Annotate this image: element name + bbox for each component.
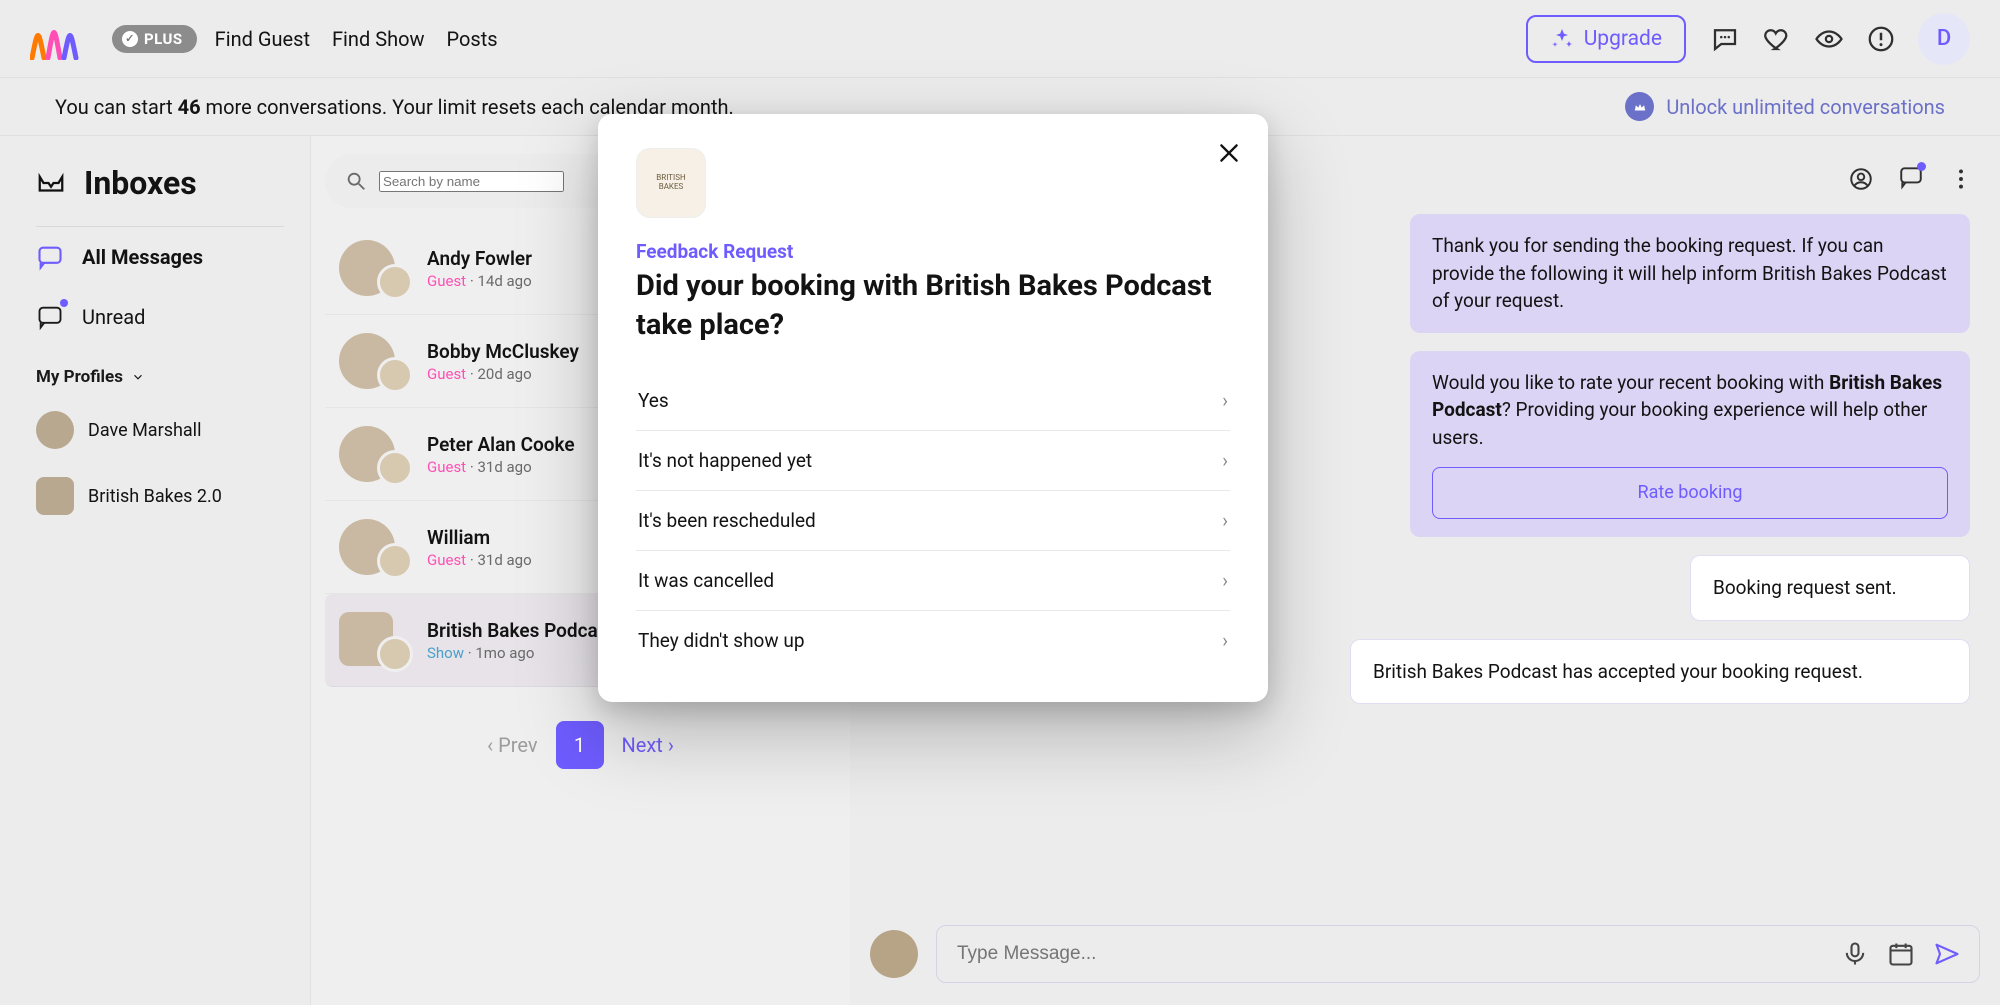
profile-name: British Bakes 2.0 <box>88 486 222 507</box>
message-bubble: Booking request sent. <box>1690 555 1970 621</box>
nav-find-show[interactable]: Find Show <box>332 27 425 51</box>
conv-time: 14d ago <box>477 272 531 290</box>
nav-find-guest[interactable]: Find Guest <box>215 27 310 51</box>
sidebar-unread-label: Unread <box>82 305 145 329</box>
conv-role: Guest <box>427 458 466 476</box>
plus-badge[interactable]: ✓ PLUS <box>112 25 197 53</box>
rate-booking-button[interactable]: Rate booking <box>1432 467 1948 519</box>
avatar-stack <box>339 426 409 482</box>
chevron-right-icon: › <box>1222 449 1228 472</box>
option-not-happened[interactable]: It's not happened yet› <box>636 431 1230 491</box>
user-circle-icon[interactable] <box>1848 166 1874 192</box>
option-rescheduled[interactable]: It's been rescheduled› <box>636 491 1230 551</box>
heart-icon[interactable] <box>1762 24 1792 54</box>
conv-role: Guest <box>427 551 466 569</box>
conv-time: 31d ago <box>477 551 531 569</box>
nav-posts[interactable]: Posts <box>447 27 498 51</box>
inbox-icon <box>36 168 66 198</box>
message-bubble: Would you like to rate your recent booki… <box>1410 351 1970 538</box>
conv-time: 20d ago <box>477 365 531 383</box>
sidebar-all-messages[interactable]: All Messages <box>36 227 310 287</box>
user-avatar[interactable]: D <box>1918 13 1970 65</box>
search-input[interactable] <box>379 171 564 192</box>
crown-icon <box>1625 92 1654 121</box>
option-yes[interactable]: Yes› <box>636 371 1230 431</box>
message-bubble: Thank you for sending the booking reques… <box>1410 214 1970 333</box>
feedback-modal: BRITISHBAKES Feedback Request Did your b… <box>598 114 1268 702</box>
self-avatar <box>870 930 918 978</box>
avatar-stack <box>339 519 409 575</box>
pager-prev: ‹ Prev <box>487 733 537 757</box>
app-logo[interactable] <box>30 18 90 60</box>
chevron-right-icon: › <box>1222 629 1228 652</box>
conv-time: 31d ago <box>477 458 531 476</box>
message-input[interactable] <box>955 942 1823 966</box>
avatar-icon <box>36 411 74 449</box>
search-icon <box>345 170 367 192</box>
avatar-stack <box>339 240 409 296</box>
profile-dave[interactable]: Dave Marshall <box>36 397 310 463</box>
send-icon[interactable] <box>1933 940 1961 968</box>
my-profiles-toggle[interactable]: My Profiles <box>36 367 310 387</box>
conv-time: 1mo ago <box>475 644 534 662</box>
avatar-stack <box>339 612 409 668</box>
conv-role: Guest <box>427 365 466 383</box>
podcast-logo: BRITISHBAKES <box>636 148 706 218</box>
chevron-right-icon: › <box>1222 569 1228 592</box>
sidebar-all-label: All Messages <box>82 245 203 269</box>
close-button[interactable] <box>1216 140 1242 170</box>
check-icon: ✓ <box>122 31 138 47</box>
pager-next[interactable]: Next › <box>622 733 674 757</box>
notif-dot-icon <box>1917 162 1926 171</box>
sidebar-unread[interactable]: Unread <box>36 287 310 347</box>
conv-role: Guest <box>427 272 466 290</box>
profile-british-bakes[interactable]: British Bakes 2.0 <box>36 463 310 529</box>
sparkle-icon <box>1550 27 1574 51</box>
upgrade-button[interactable]: Upgrade <box>1526 15 1686 63</box>
unread-dot-icon <box>60 299 68 307</box>
chevron-right-icon: › <box>1222 509 1228 532</box>
chevron-right-icon: › <box>1222 389 1228 412</box>
modal-eyebrow: Feedback Request <box>636 240 1230 263</box>
more-icon[interactable] <box>1948 166 1974 192</box>
avatar-icon <box>36 477 74 515</box>
eye-icon[interactable] <box>1814 24 1844 54</box>
conv-role: Show <box>427 644 464 662</box>
composer[interactable] <box>936 925 1980 983</box>
close-icon <box>1216 140 1242 166</box>
chevron-down-icon <box>131 370 145 384</box>
option-cancelled[interactable]: It was cancelled› <box>636 551 1230 611</box>
avatar-initial: D <box>1937 26 1951 51</box>
chat-outline-icon <box>36 303 64 331</box>
upgrade-label: Upgrade <box>1584 27 1662 51</box>
alert-icon[interactable] <box>1866 24 1896 54</box>
modal-title: Did your booking with British Bakes Podc… <box>636 267 1230 345</box>
option-no-show[interactable]: They didn't show up› <box>636 611 1230 670</box>
calendar-icon[interactable] <box>1887 940 1915 968</box>
unlock-link[interactable]: Unlock unlimited conversations <box>1625 92 1945 121</box>
pager-current[interactable]: 1 <box>556 721 604 769</box>
chat-icon <box>36 243 64 271</box>
profile-name: Dave Marshall <box>88 420 201 441</box>
avatar-stack <box>339 333 409 389</box>
messages-icon[interactable] <box>1710 24 1740 54</box>
unlock-label: Unlock unlimited conversations <box>1666 95 1945 119</box>
mic-icon[interactable] <box>1841 940 1869 968</box>
chat-messages-icon[interactable] <box>1898 164 1924 194</box>
plus-label: PLUS <box>144 30 183 48</box>
inboxes-heading: Inboxes <box>36 164 310 202</box>
message-bubble: British Bakes Podcast has accepted your … <box>1350 639 1970 705</box>
